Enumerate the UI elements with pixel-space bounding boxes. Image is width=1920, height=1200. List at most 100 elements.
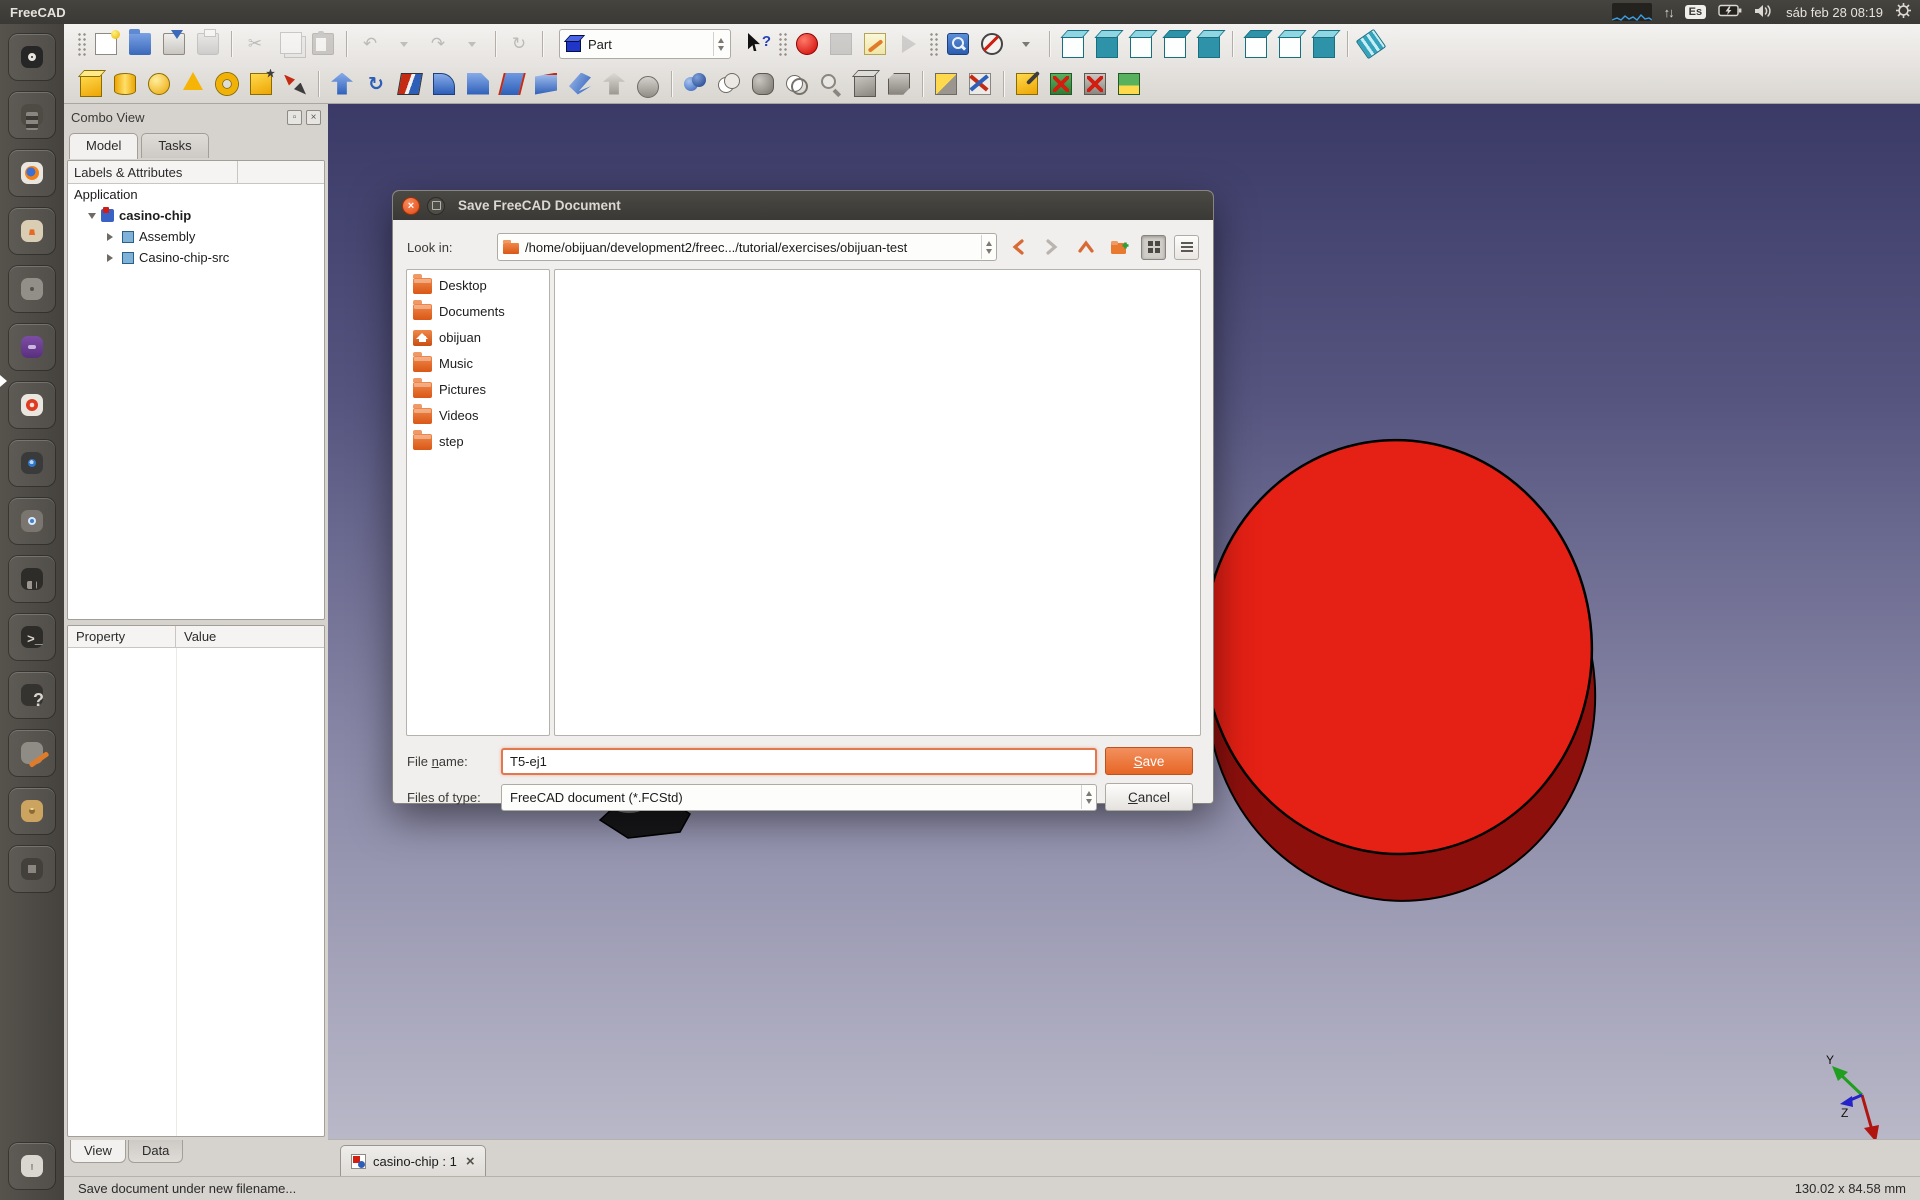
tab-model[interactable]: Model: [69, 133, 138, 159]
torus-icon[interactable]: [210, 68, 244, 100]
web-browser-icon[interactable]: [8, 497, 56, 545]
extrude-icon[interactable]: [325, 68, 359, 100]
shape-builder-icon[interactable]: [278, 68, 312, 100]
front-view-icon[interactable]: [1124, 28, 1158, 60]
remove-feature-icon[interactable]: [1044, 68, 1078, 100]
chromium-icon[interactable]: [8, 439, 56, 487]
volume-indicator-icon[interactable]: [1754, 4, 1774, 21]
fillet-icon[interactable]: [427, 68, 461, 100]
boolean-icon[interactable]: [678, 68, 712, 100]
explode-compound-icon[interactable]: [882, 68, 916, 100]
network-monitor-applet[interactable]: [1612, 3, 1652, 21]
whats-this-icon[interactable]: [741, 28, 775, 60]
box-selection-icon[interactable]: [941, 28, 975, 60]
workspace-switcher-icon[interactable]: [8, 845, 56, 893]
thickness-icon[interactable]: [631, 68, 665, 100]
macro-play-icon[interactable]: [892, 28, 926, 60]
place-pictures[interactable]: Pictures: [407, 376, 549, 402]
cylinder-icon[interactable]: [108, 68, 142, 100]
rear-view-icon[interactable]: [1239, 28, 1273, 60]
undo-dropdown-icon[interactable]: [387, 28, 421, 60]
bottom-view-icon[interactable]: [1273, 28, 1307, 60]
fit-all-icon[interactable]: [1056, 28, 1090, 60]
sphere-icon[interactable]: [142, 68, 176, 100]
redo-icon[interactable]: ↷: [421, 28, 455, 60]
undo-icon[interactable]: ↶: [353, 28, 387, 60]
edit-shape-icon[interactable]: [929, 68, 963, 100]
parent-directory-button[interactable]: [1073, 234, 1099, 260]
make-compound-icon[interactable]: [848, 68, 882, 100]
tree-item-casino-chip[interactable]: casino-chip: [82, 205, 324, 226]
freecad-launcher-icon[interactable]: [8, 381, 56, 429]
dialog-close-icon[interactable]: ×: [402, 197, 420, 215]
file-list-pane[interactable]: [554, 269, 1201, 736]
clock[interactable]: sáb feb 28 08:19: [1786, 5, 1883, 20]
ruled-surface-icon[interactable]: [495, 68, 529, 100]
text-editor-icon[interactable]: [8, 729, 56, 777]
keyboard-layout-indicator[interactable]: Es: [1685, 5, 1706, 19]
chamfer-icon[interactable]: [461, 68, 495, 100]
draw-style-dropdown-icon[interactable]: [1009, 28, 1043, 60]
forward-button[interactable]: [1039, 234, 1065, 260]
create-primitives-icon[interactable]: [244, 68, 278, 100]
boolean-union-icon[interactable]: [746, 68, 780, 100]
place-documents[interactable]: Documents: [407, 298, 549, 324]
convert-shape-icon[interactable]: [1112, 68, 1146, 100]
panel-float-icon[interactable]: ▫: [287, 110, 302, 125]
sweep-icon[interactable]: [563, 68, 597, 100]
network-indicator-icon[interactable]: [1664, 5, 1673, 20]
list-view-toggle[interactable]: [1141, 235, 1166, 260]
place-home[interactable]: obijuan: [407, 324, 549, 350]
new-folder-button[interactable]: [1107, 234, 1133, 260]
trash-icon[interactable]: [8, 1142, 56, 1190]
tab-view[interactable]: View: [70, 1140, 126, 1163]
place-desktop[interactable]: Desktop: [407, 272, 549, 298]
cut-icon[interactable]: ✂: [238, 28, 272, 60]
boolean-operations-icon[interactable]: [963, 68, 997, 100]
firefox-icon[interactable]: [8, 149, 56, 197]
copy-icon[interactable]: [272, 28, 306, 60]
paste-icon[interactable]: [306, 28, 340, 60]
cancel-button[interactable]: Cancel: [1105, 783, 1193, 811]
place-music[interactable]: Music: [407, 350, 549, 376]
session-gear-icon[interactable]: [1895, 2, 1912, 22]
dialog-restore-icon[interactable]: [427, 197, 445, 215]
file-name-input[interactable]: [501, 748, 1097, 775]
dialog-titlebar[interactable]: × Save FreeCAD Document: [393, 191, 1213, 220]
defeature-icon[interactable]: [1078, 68, 1112, 100]
panel-close-icon[interactable]: ×: [306, 110, 321, 125]
software-center-icon[interactable]: [8, 207, 56, 255]
detail-view-toggle[interactable]: [1174, 235, 1199, 260]
place-videos[interactable]: Videos: [407, 402, 549, 428]
new-document-icon[interactable]: [89, 28, 123, 60]
box-icon[interactable]: [74, 68, 108, 100]
macro-stop-icon[interactable]: [824, 28, 858, 60]
workbench-selector[interactable]: Part: [559, 29, 731, 59]
offset-icon[interactable]: [597, 68, 631, 100]
spinner-icon[interactable]: [981, 235, 996, 259]
macro-record-icon[interactable]: [790, 28, 824, 60]
media-player-icon[interactable]: [8, 555, 56, 603]
macro-edit-icon[interactable]: [858, 28, 892, 60]
terminal-icon[interactable]: [8, 613, 56, 661]
redo-dropdown-icon[interactable]: [455, 28, 489, 60]
place-step[interactable]: step: [407, 428, 549, 454]
document-tab-casino-chip[interactable]: casino-chip : 1 ×: [340, 1145, 486, 1176]
save-button[interactable]: Save: [1105, 747, 1193, 775]
tree-item-application[interactable]: Application: [68, 184, 324, 205]
dash-home-icon[interactable]: [8, 33, 56, 81]
refresh-icon[interactable]: ↻: [502, 28, 536, 60]
tree-item-assembly[interactable]: Assembly: [98, 226, 324, 247]
boolean-cut-icon[interactable]: [712, 68, 746, 100]
print-icon[interactable]: [191, 28, 225, 60]
tab-tasks[interactable]: Tasks: [141, 133, 208, 158]
file-type-combobox[interactable]: FreeCAD document (*.FCStd): [501, 784, 1097, 811]
casino-chip-3d-object[interactable]: [1190, 427, 1609, 914]
battery-indicator-icon[interactable]: [1718, 4, 1742, 20]
save-document-icon[interactable]: [157, 28, 191, 60]
revolve-icon[interactable]: ↻: [359, 68, 393, 100]
axonometric-view-icon[interactable]: [1090, 28, 1124, 60]
back-button[interactable]: [1005, 234, 1031, 260]
presentation-app-icon[interactable]: [8, 323, 56, 371]
left-view-icon[interactable]: [1307, 28, 1341, 60]
